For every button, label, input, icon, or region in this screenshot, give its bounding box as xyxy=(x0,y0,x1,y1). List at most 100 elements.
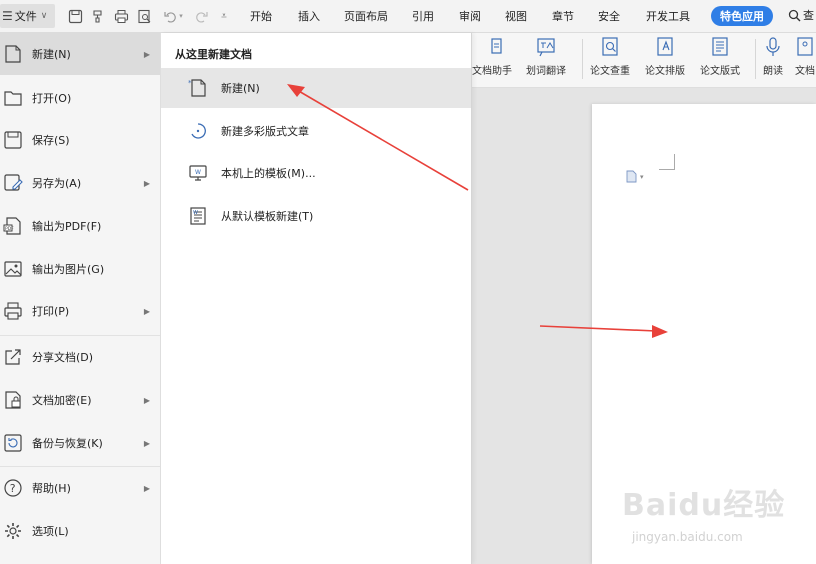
chevron-right-icon: ▶ xyxy=(143,49,150,59)
share-icon xyxy=(2,346,24,368)
customize-toolbar-icon[interactable]: ⩡ xyxy=(215,7,233,25)
ribbon-toolbar: 文档助手 划词翻译 论文查重 论文排版 论文版式 朗读 文档 xyxy=(472,33,816,88)
chevron-right-icon: ▶ xyxy=(143,483,150,493)
submenu-item-label: 从默认模板新建(T) xyxy=(221,210,314,223)
print-icon xyxy=(2,300,24,322)
svg-text:W: W xyxy=(195,169,201,176)
gear-icon xyxy=(2,520,24,542)
undo-dropdown-icon[interactable]: ▾ xyxy=(176,7,186,25)
redo-icon[interactable] xyxy=(192,7,210,25)
file-menu-item-backup[interactable]: 备份与恢复(K) ▶ xyxy=(0,422,160,464)
file-menu-item-label: 选项(L) xyxy=(32,525,69,538)
submenu-item-label: 新建多彩版式文章 xyxy=(221,125,309,138)
menu-references[interactable]: 引用 xyxy=(412,8,434,24)
file-menu-item-label: 打开(O) xyxy=(32,92,72,105)
read-aloud-button[interactable]: 朗读 xyxy=(762,36,784,77)
file-menu-item-save-as[interactable]: 另存为(A) ▶ xyxy=(0,162,160,204)
search-button[interactable]: 查 xyxy=(788,7,814,23)
file-menu-item-encrypt[interactable]: 文档加密(E) ▶ xyxy=(0,379,160,421)
word-translate-button[interactable]: 划词翻译 xyxy=(526,36,566,77)
file-menu-item-print[interactable]: 打印(P) ▶ xyxy=(0,290,160,332)
microphone-icon xyxy=(766,37,780,56)
chevron-right-icon: ▶ xyxy=(143,306,150,316)
file-menu-item-share[interactable]: 分享文档(D) xyxy=(0,336,160,378)
thesis-format-icon xyxy=(712,37,728,56)
new-document-submenu: 从这里新建文档 * 新建(N) 新建多彩版式文章 W 本机上的模板(M)... … xyxy=(161,33,472,564)
file-menu-item-save[interactable]: 保存(S) xyxy=(0,119,160,161)
file-menu-panel: 新建(N) ▶ 打开(O) 保存(S) 另存为(A) ▶ PDF 输出为PDF(… xyxy=(0,33,161,564)
submenu-item-colorful-article[interactable]: 新建多彩版式文章 xyxy=(161,111,471,151)
document-icon xyxy=(797,37,813,56)
file-menu-item-label: 帮助(H) xyxy=(32,482,71,495)
plagiarism-check-icon xyxy=(602,37,618,56)
save-icon[interactable] xyxy=(66,7,84,25)
image-icon xyxy=(2,258,24,280)
file-menu-item-export-pdf[interactable]: PDF 输出为PDF(F) xyxy=(0,205,160,247)
thesis-format-label: 论文版式 xyxy=(700,66,740,77)
new-doc-icon: * xyxy=(188,78,208,98)
doc-assistant-button[interactable]: 文档助手 xyxy=(472,36,512,77)
file-menu-item-export-image[interactable]: 输出为图片(G) xyxy=(0,248,160,290)
thesis-layout-icon xyxy=(657,37,673,56)
file-menu-item-label: 文档加密(E) xyxy=(32,394,92,407)
submenu-item-new[interactable]: * 新建(N) xyxy=(161,68,471,108)
menu-security[interactable]: 安全 xyxy=(598,8,620,24)
doc-assistant-icon xyxy=(491,38,502,54)
file-menu-item-label: 输出为图片(G) xyxy=(32,263,105,276)
thesis-layout-button[interactable]: 论文排版 xyxy=(645,36,685,77)
svg-text:*: * xyxy=(188,79,192,87)
chevron-right-icon: ▶ xyxy=(143,178,150,188)
plagiarism-check-button[interactable]: 论文查重 xyxy=(590,36,630,77)
menu-chapter[interactable]: 章节 xyxy=(552,8,574,24)
chevron-down-icon: ▾ xyxy=(640,172,644,181)
watermark-url: jingyan.baidu.com xyxy=(632,530,743,544)
submenu-item-label: 本机上的模板(M)... xyxy=(221,167,316,180)
thesis-format-button[interactable]: 论文版式 xyxy=(700,36,740,77)
save-icon xyxy=(2,129,24,151)
doc-options-icon xyxy=(626,170,637,183)
local-template-icon: W xyxy=(188,163,208,183)
watermark-logo: Baidu经验 xyxy=(622,488,786,523)
file-menu-item-label: 打印(P) xyxy=(32,305,70,318)
svg-text:W: W xyxy=(193,210,198,216)
menu-page-layout[interactable]: 页面布局 xyxy=(344,8,388,24)
folder-icon xyxy=(2,87,24,109)
file-menu-item-open[interactable]: 打开(O) xyxy=(0,77,160,119)
save-as-icon xyxy=(2,172,24,194)
file-menu-item-label: 另存为(A) xyxy=(32,177,82,190)
file-menu-item-new[interactable]: 新建(N) ▶ xyxy=(0,33,160,75)
document-label: 文档 xyxy=(795,66,815,77)
submenu-item-label: 新建(N) xyxy=(221,82,260,95)
file-menu-item-help[interactable]: ? 帮助(H) ▶ xyxy=(0,467,160,509)
format-painter-icon[interactable] xyxy=(88,7,106,25)
pdf-icon: PDF xyxy=(2,215,24,237)
file-menu-item-options[interactable]: 选项(L) xyxy=(0,510,160,552)
paragraph-options-button[interactable]: ▾ xyxy=(626,170,644,183)
chevron-right-icon: ▶ xyxy=(143,438,150,448)
document-button[interactable]: 文档 xyxy=(794,36,816,77)
file-menu-item-label: 输出为PDF(F) xyxy=(32,220,102,233)
menu-developer-tools[interactable]: 开发工具 xyxy=(646,8,690,24)
menu-insert[interactable]: 插入 xyxy=(298,8,320,24)
menu-review[interactable]: 审阅 xyxy=(459,8,481,24)
svg-text:PDF: PDF xyxy=(5,226,14,232)
toolbar-divider xyxy=(755,39,756,79)
chevron-down-icon: ∨ xyxy=(40,11,48,21)
menu-home[interactable]: 开始 xyxy=(250,8,272,24)
lock-doc-icon xyxy=(2,389,24,411)
menu-view[interactable]: 视图 xyxy=(505,8,527,24)
colorful-layout-icon xyxy=(188,121,208,141)
file-menu-item-label: 保存(S) xyxy=(32,134,70,147)
doc-assistant-label: 文档助手 xyxy=(472,66,512,77)
submenu-item-default-template[interactable]: W 从默认模板新建(T) xyxy=(161,196,471,236)
print-preview-icon[interactable] xyxy=(135,7,153,25)
print-icon[interactable] xyxy=(112,7,130,25)
file-menu-item-label: 分享文档(D) xyxy=(32,351,94,364)
file-menu-button[interactable]: ☰ 文件 ∨ xyxy=(0,4,55,28)
submenu-title: 从这里新建文档 xyxy=(175,48,252,61)
file-menu-item-label: 新建(N) xyxy=(32,48,71,61)
special-apps-tab[interactable]: 特色应用 xyxy=(711,6,773,26)
search-label: 查 xyxy=(803,9,814,22)
submenu-item-local-template[interactable]: W 本机上的模板(M)... xyxy=(161,153,471,193)
file-menu-label: 文件 xyxy=(14,10,37,23)
